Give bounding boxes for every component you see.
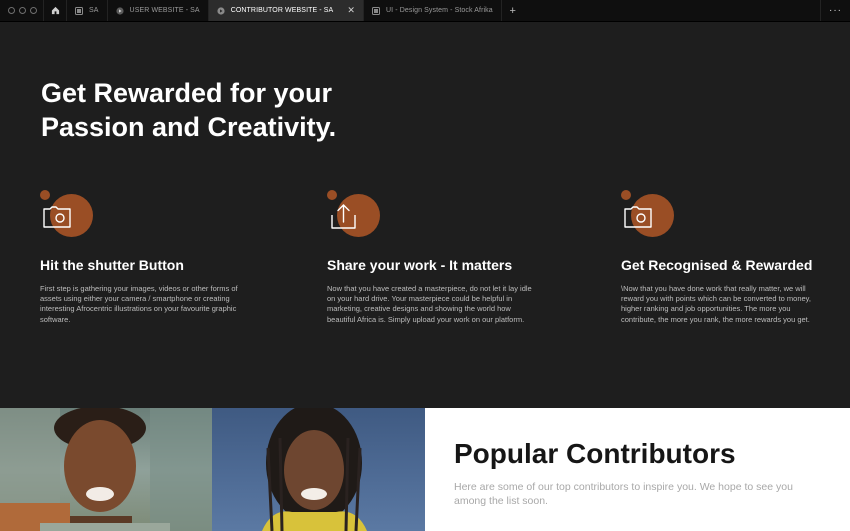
feature-shutter: Hit the shutter Button First step is gat…: [40, 190, 270, 325]
contributor-photo-man-illustration: [0, 408, 212, 531]
home-button[interactable]: [43, 0, 67, 21]
tab-design-system[interactable]: UI - Design System - Stock Afrika: [364, 0, 502, 21]
browser-tab-bar: SA USER WEBSITE - SA CONTRIBUTOR WEBSITE…: [0, 0, 850, 22]
figma-file-icon: [371, 6, 380, 15]
feature-description: First step is gathering your images, vid…: [40, 284, 238, 324]
tab-label: UI - Design System - Stock Afrika: [385, 7, 493, 14]
feature-icon-badge: [327, 190, 387, 240]
feature-recognised: Get Recognised & Rewarded \Now that you …: [621, 190, 850, 325]
tab-label: CONTRIBUTOR WEBSITE - SA: [230, 7, 334, 14]
home-icon: [51, 6, 59, 15]
more-icon: ···: [829, 5, 842, 16]
camera-icon: [624, 206, 652, 228]
play-icon: [115, 6, 124, 15]
play-icon: [217, 6, 225, 15]
tab-label: SA: [89, 7, 99, 14]
hero-title-line-2: Passion and Creativity.: [41, 112, 337, 142]
feature-title: Hit the shutter Button: [40, 257, 184, 273]
hero-title: Get Rewarded for your Passion and Creati…: [41, 76, 461, 144]
tab-user-website[interactable]: USER WEBSITE - SA: [108, 0, 209, 21]
rewards-hero-section: Get Rewarded for your Passion and Creati…: [0, 22, 850, 408]
contributor-photo-man: [0, 408, 212, 531]
window-close-button[interactable]: [8, 7, 15, 14]
feature-icon-badge: [621, 190, 681, 240]
popular-contributors-text: Here are some of our top contributors to…: [454, 481, 793, 507]
new-tab-button[interactable]: +: [502, 0, 524, 21]
feature-description: Now that you have created a masterpiece,…: [327, 284, 532, 324]
feature-share: Share your work - It matters Now that yo…: [327, 190, 557, 325]
plus-icon: +: [509, 4, 516, 17]
window-minimize-button[interactable]: [19, 7, 26, 14]
close-tab-icon[interactable]: ✕: [347, 6, 355, 15]
window-controls: [0, 0, 43, 21]
popular-contributors-section: Popular Contributors Here are some of ou…: [425, 408, 850, 531]
camera-icon: [43, 206, 71, 228]
popular-contributors-title: Popular Contributors: [454, 438, 736, 469]
hero-title-line-1: Get Rewarded for your: [41, 78, 333, 108]
feature-title: Get Recognised & Rewarded: [621, 257, 813, 273]
figma-file-icon: [75, 6, 83, 15]
contributor-photo-woman: [212, 408, 425, 531]
feature-icon-badge: [40, 190, 100, 240]
feature-title: Share your work - It matters: [327, 257, 513, 273]
more-options-button[interactable]: ···: [820, 0, 850, 21]
upload-icon: [331, 204, 356, 229]
contributor-photo-woman-illustration: [262, 408, 367, 531]
window-zoom-button[interactable]: [30, 7, 37, 14]
tab-label: USER WEBSITE - SA: [129, 7, 200, 14]
tab-contributor-website[interactable]: CONTRIBUTOR WEBSITE - SA ✕: [208, 0, 364, 21]
tab-sa[interactable]: SA: [67, 0, 108, 21]
feature-description: \Now that you have done work that really…: [621, 284, 811, 324]
